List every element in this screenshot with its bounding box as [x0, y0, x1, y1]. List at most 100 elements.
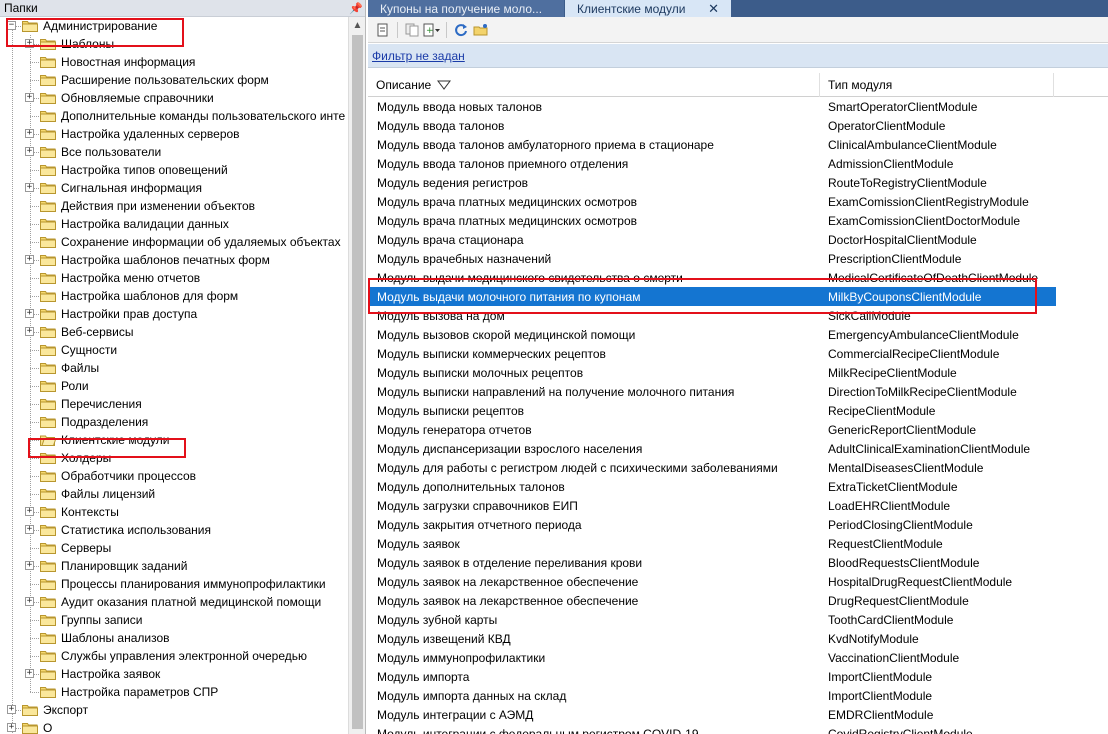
refresh-icon[interactable] [452, 21, 470, 39]
table-row[interactable]: Модуль импорта данных на склад ImportClie… [368, 686, 1056, 705]
expand-icon[interactable]: + [25, 147, 34, 156]
tree-item[interactable]: + Веб-сервисы [25, 323, 133, 341]
close-icon[interactable]: ✕ [708, 1, 719, 17]
table-row[interactable]: Модуль ввода новых талонов SmartOperatorC… [368, 97, 1056, 116]
tree-item[interactable]: − Администрирование [7, 17, 157, 35]
table-row[interactable]: Модуль дополнительных талонов ExtraTicket… [368, 477, 1056, 496]
table-row[interactable]: Модуль вызовов скорой медицинской помощи… [368, 325, 1056, 344]
expand-icon[interactable]: + [25, 327, 34, 336]
expand-icon[interactable]: + [25, 669, 34, 678]
table-row[interactable]: Модуль ввода талонов амбулаторного прием… [368, 135, 1056, 154]
tree-item[interactable]: Настройка меню отчетов [40, 269, 200, 287]
table-row[interactable]: Модуль зубной карты ToothCardClientModule [368, 610, 1056, 629]
tree-item[interactable]: Действия при изменении объектов [40, 197, 255, 215]
tab-milk-coupons[interactable]: Купоны на получение моло... [368, 0, 564, 17]
expand-icon[interactable]: + [25, 39, 34, 48]
table-row[interactable]: Модуль врача стационара DoctorHospitalCli… [368, 230, 1056, 249]
table-row-selected[interactable]: Модуль выдачи молочного питания по купон… [368, 287, 1056, 306]
tree-item[interactable]: Файлы лицензий [40, 485, 155, 503]
table-row[interactable]: Модуль заявок на лекарственное обеспечен… [368, 591, 1056, 610]
table-row[interactable]: Модуль иммунопрофилактики VaccinationClie… [368, 648, 1056, 667]
filter-link[interactable]: Фильтр не задан [372, 49, 465, 63]
pin-icon[interactable]: 📌 [349, 2, 363, 15]
table-row[interactable]: Модуль врача платных медицинских осмотро… [368, 192, 1056, 211]
tree-item[interactable]: Шаблоны анализов [40, 629, 170, 647]
tree-item[interactable]: Процессы планирования иммунопрофилактики [40, 575, 326, 593]
table-row[interactable]: Модуль извещений КВД KvdNotifyModule [368, 629, 1056, 648]
table-row[interactable]: Модуль ввода талонов OperatorClientModule [368, 116, 1056, 135]
expand-icon[interactable]: + [25, 93, 34, 102]
expand-icon[interactable]: + [25, 561, 34, 570]
tree-item[interactable]: Клиентские модули [40, 431, 169, 449]
tree-item[interactable]: Сущности [40, 341, 117, 359]
tree-item[interactable]: Дополнительные команды пользовательского… [40, 107, 345, 125]
table-row[interactable]: Модуль врача платных медицинских осмотро… [368, 211, 1056, 230]
table-row[interactable]: Модуль диспансеризации взрослого населен… [368, 439, 1056, 458]
tree-item[interactable]: + Аудит оказания платной медицинской помо… [25, 593, 321, 611]
tree-item[interactable]: + Шаблоны [25, 35, 114, 53]
tree-item[interactable]: Службы управления электронной очередью [40, 647, 307, 665]
tree-item[interactable]: + Планировщик заданий [25, 557, 187, 575]
tree-item[interactable]: + Настройка шаблонов печатных форм [25, 251, 270, 269]
table-row[interactable]: Модуль выписки рецептов RecipeClientModul… [368, 401, 1056, 420]
expand-icon[interactable]: + [25, 255, 34, 264]
tree-item[interactable]: + Все пользователи [25, 143, 161, 161]
tree-item[interactable]: + О [7, 719, 52, 734]
scrollbar-thumb[interactable] [352, 35, 363, 729]
expand-icon[interactable]: + [25, 597, 34, 606]
tree-item[interactable]: Новостная информация [40, 53, 195, 71]
tree-item[interactable]: + Статистика использования [25, 521, 211, 539]
tree-item[interactable]: + Настройка удаленных серверов [25, 125, 240, 143]
table-row[interactable]: Модуль заявок RequestClientModule [368, 534, 1056, 553]
tree-item[interactable]: Обработчики процессов [40, 467, 196, 485]
tree-item[interactable]: Подразделения [40, 413, 148, 431]
table-row[interactable]: Модуль выписки направлений на получение … [368, 382, 1056, 401]
tree-item[interactable]: + Экспорт [7, 701, 88, 719]
table-row[interactable]: Модуль выдачи медицинского свидетельства… [368, 268, 1056, 287]
tree-item[interactable]: Перечисления [40, 395, 142, 413]
table-row[interactable]: Модуль выписки коммерческих рецептов Comm… [368, 344, 1056, 363]
column-header-description[interactable]: Описание [368, 73, 820, 97]
expand-icon[interactable]: + [25, 507, 34, 516]
tree-scrollbar[interactable]: ▲ [348, 17, 365, 734]
tree-item[interactable]: Сохранение информации об удаляемых объек… [40, 233, 341, 251]
new-record-icon[interactable] [374, 21, 392, 39]
table-row[interactable]: Модуль заявок на лекарственное обеспечен… [368, 572, 1056, 591]
tree-item[interactable]: + Контексты [25, 503, 119, 521]
table-row[interactable]: Модуль врачебных назначений PrescriptionC… [368, 249, 1056, 268]
tree-item[interactable]: + Сигнальная информация [25, 179, 202, 197]
table-row[interactable]: Модуль интеграции с АЭМД EMDRClientModule [368, 705, 1056, 724]
expand-icon[interactable]: + [7, 723, 16, 732]
table-row[interactable]: Модуль заявок в отделение переливания кр… [368, 553, 1056, 572]
expand-icon[interactable]: + [25, 129, 34, 138]
tree-item[interactable]: Группы записи [40, 611, 142, 629]
table-row[interactable]: Модуль закрытия отчетного периода PeriodC… [368, 515, 1056, 534]
expand-icon[interactable]: + [25, 525, 34, 534]
table-row[interactable]: Модуль импорта ImportClientModule [368, 667, 1056, 686]
copy-icon[interactable] [403, 21, 421, 39]
tree-item[interactable]: Расширение пользовательских форм [40, 71, 269, 89]
tab-client-modules[interactable]: Клиентские модули ✕ [565, 0, 731, 17]
folder-action-icon[interactable] [472, 21, 490, 39]
tree-item[interactable]: Файлы [40, 359, 99, 377]
table-row[interactable]: Модуль загрузки справочников ЕИП LoadEHRC… [368, 496, 1056, 515]
expand-icon[interactable]: + [25, 309, 34, 318]
table-row[interactable]: Модуль ведения регистров RouteToRegistryC… [368, 173, 1056, 192]
scroll-up-icon[interactable]: ▲ [349, 17, 365, 34]
tree-item[interactable]: + Настройки прав доступа [25, 305, 197, 323]
tree-item[interactable]: Настройка параметров СПР [40, 683, 218, 701]
table-row[interactable]: Модуль для работы с регистром людей с пс… [368, 458, 1056, 477]
tree-item[interactable]: Холдеры [40, 449, 111, 467]
tree-item[interactable]: Настройка валидации данных [40, 215, 229, 233]
tree-item[interactable]: Настройка шаблонов для форм [40, 287, 238, 305]
collapse-icon[interactable]: − [7, 21, 16, 30]
column-header-module-type[interactable]: Тип модуля [820, 73, 1054, 97]
expand-icon[interactable]: + [7, 705, 16, 714]
table-row[interactable]: Модуль выписки молочных рецептов MilkReci… [368, 363, 1056, 382]
add-dropdown-icon[interactable]: + [423, 21, 441, 39]
tree-item[interactable]: + Настройка заявок [25, 665, 160, 683]
tree-item[interactable]: + Обновляемые справочники [25, 89, 214, 107]
table-row[interactable]: Модуль ввода талонов приемного отделения… [368, 154, 1056, 173]
tree-item[interactable]: Роли [40, 377, 89, 395]
table-row[interactable]: Модуль вызова на дом SickCallModule [368, 306, 1056, 325]
